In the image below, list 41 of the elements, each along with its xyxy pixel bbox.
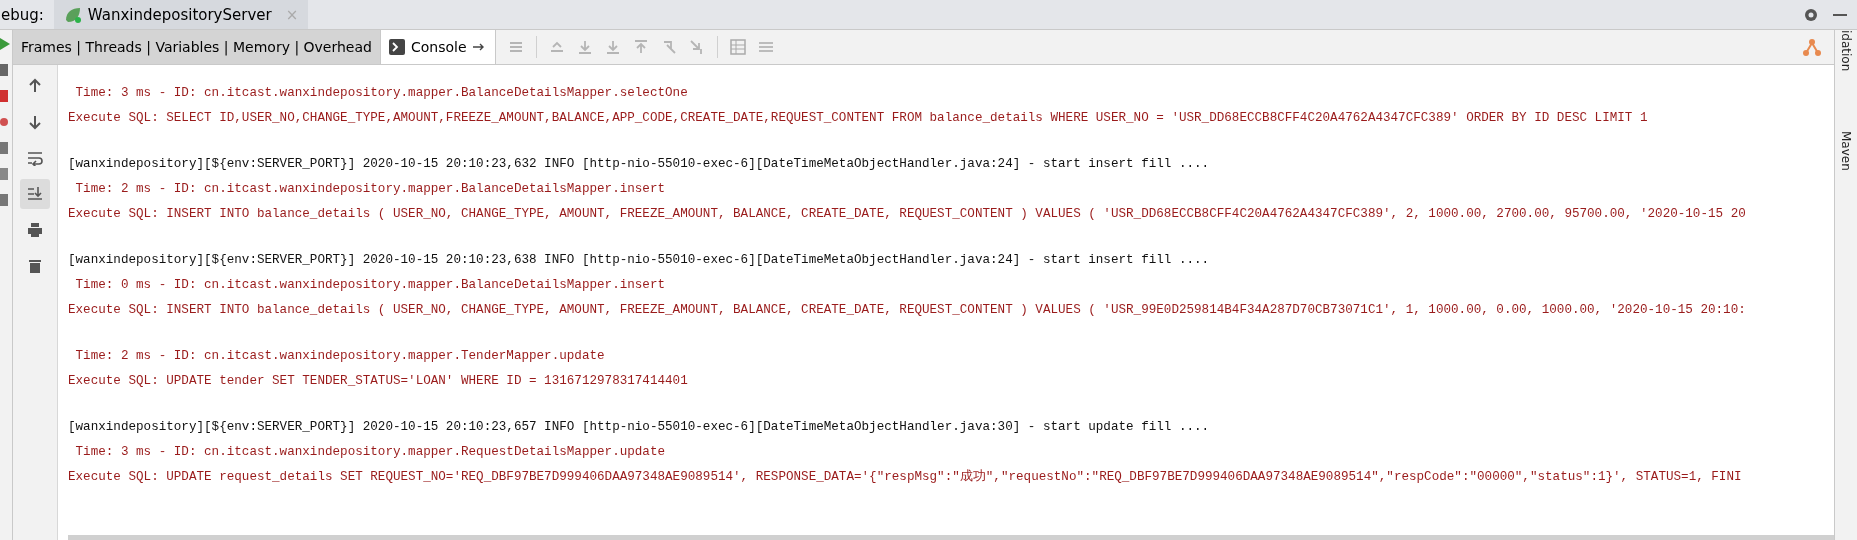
console-icon <box>388 39 405 55</box>
debugger-tab[interactable]: Frames | Threads | Variables | Memory | Overhead <box>13 30 381 64</box>
toolbar-icon <box>576 39 593 55</box>
log-line: Time: 3 ms - ID: cn.itcast.wanxindepository.mapper.RequestDetailsMapper.update <box>74 444 667 461</box>
tab-title: WanxindepositoryServer <box>87 5 272 24</box>
graph-icon <box>1802 37 1822 57</box>
log-line: Time: 2 ms - ID: cn.itcast.wanxindepository.mapper.BalanceDetailsMapper.insert <box>74 181 667 198</box>
scroll-to-end-icon <box>27 186 43 202</box>
leaf-icon <box>63 5 82 24</box>
log-line: Time: 2 ms - ID: cn.itcast.wanxindepository.mapper.TenderMapper.update <box>74 348 606 365</box>
log-line: Execute SQL: INSERT INTO balance_details ( USER_NO, CHANGE_TYPE, AMOUNT, FREEZE_AMOUNT, BALANCE, CREATE_DATE, REQUEST_CONTENT ) VALUES ( 'USR_99E0D259814B4F34A287D70CB73071C1', 1, 1000.00, 0.00, 1000.00, '2020-10-15 20:10: <box>68 302 1747 319</box>
print-icon <box>27 222 43 238</box>
run-configuration-tab[interactable]: WanxindepositoryServer × <box>53 0 309 29</box>
table-icon <box>729 39 746 55</box>
toolbar-icon <box>548 39 565 55</box>
log-line: [wanxindepository][${env:SERVER_PORT}] 2020-10-15 20:10:23,657 INFO [http-nio-55010-exec-6][DateTimeMetaObjectHandler.java:30] - start update fill .... <box>68 419 1211 436</box>
minimize-icon <box>1833 13 1847 16</box>
log-line: Execute SQL: UPDATE tender SET TENDER_STATUS='LOAN' WHERE ID = 1316712978317414401 <box>68 373 689 390</box>
log-line: Time: 0 ms - ID: cn.itcast.wanxindepository.mapper.BalanceDetailsMapper.insert <box>74 277 667 294</box>
log-line: Execute SQL: SELECT ID,USER_NO,CHANGE_TYPE,AMOUNT,FREEZE_AMOUNT,BALANCE,APP_CODE,CREATE_DATE,REQUEST_CONTENT FROM balance_details WHERE USER_NO = 'USR_DD68ECCB8CFF4C20A4762A4347CFC389' ORDER BY ID DESC LIMIT 1 <box>68 110 1649 127</box>
toolbar-icon <box>632 39 649 55</box>
console-tool-button[interactable] <box>20 179 50 209</box>
toolbar-icon <box>604 39 621 55</box>
log-line: Execute SQL: INSERT INTO balance_details ( USER_NO, CHANGE_TYPE, AMOUNT, FREEZE_AMOUNT, BALANCE, CREATE_DATE, REQUEST_CONTENT ) VALUES ( 'USR_DD68ECCB8CFF4C20A4762A4347CFC389', 2, 1000.00, 2700.00, 95700.00, '2020-10-15 20 <box>68 206 1747 223</box>
side-tab[interactable]: Maven <box>1839 131 1853 172</box>
down-arrow-icon <box>27 114 43 130</box>
side-tab[interactable]: idation <box>1839 30 1853 72</box>
scrollbar[interactable] <box>68 535 1834 540</box>
resume-icon <box>0 38 10 50</box>
log-line: Time: 3 ms - ID: cn.itcast.wanxindepository.mapper.BalanceDetailsMapper.selectOne <box>74 85 689 102</box>
toolbar-icon <box>688 39 705 55</box>
settings-list-icon <box>757 39 774 55</box>
log-line: [wanxindepository][${env:SERVER_PORT}] 2020-10-15 20:10:23,632 INFO [http-nio-55010-exec-6][DateTimeMetaObjectHandler.java:24] - start insert fill .... <box>68 156 1211 173</box>
debugger-tab[interactable]: Console <box>380 30 496 64</box>
toolbar-icon <box>507 39 524 55</box>
log-line: Execute SQL: UPDATE request_details SET REQUEST_NO='REQ_DBF97BE7D999406DAA97348AE9089514', RESPONSE_DATA='{"respMsg":"成功","requestNo":"REQ_DBF97BE7D999406DAA97348AE9089514","respCode":"00000","status":1}', STATUS=1, FINI <box>68 468 1743 486</box>
debug-label: ebug: <box>1 5 44 24</box>
soft-wrap-icon <box>27 150 43 166</box>
log-line: [wanxindepository][${env:SERVER_PORT}] 2020-10-15 20:10:23,638 INFO [http-nio-55010-exec-6][DateTimeMetaObjectHandler.java:24] - start insert fill .... <box>68 252 1211 269</box>
up-arrow-icon <box>27 78 43 94</box>
trash-icon <box>27 258 43 274</box>
